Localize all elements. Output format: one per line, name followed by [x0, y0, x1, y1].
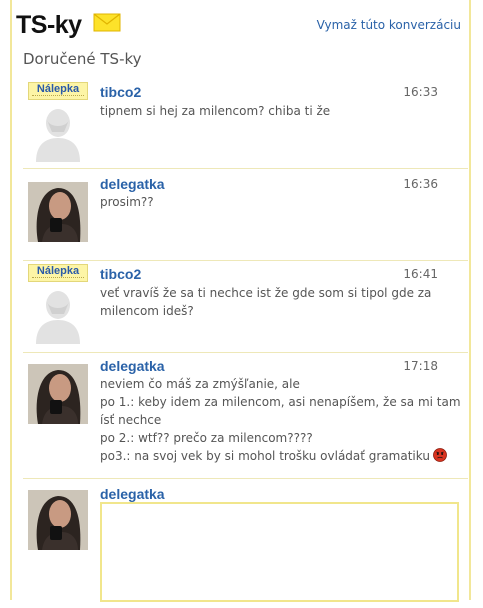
message-author[interactable]: tibco2 — [100, 84, 141, 100]
message-text: veť vravíš že sa ti nechce ist že gde so… — [100, 284, 431, 320]
message-text: tipnem si hej za milencom? chiba ti že — [100, 102, 330, 120]
placeholder-avatar — [28, 284, 88, 344]
reply-textarea[interactable] — [100, 502, 459, 602]
message-line: prosim?? — [100, 195, 154, 209]
page-title: Doručené TS-ky — [23, 50, 142, 68]
message-line-text: po3.: na svoj vek by si mohol trošku ovl… — [100, 449, 430, 463]
sticker-badge: Nálepka — [28, 82, 88, 100]
message-time: 16:36 — [403, 177, 438, 191]
photo-avatar — [28, 182, 88, 242]
message-time: 16:41 — [403, 267, 438, 281]
message-time: 16:33 — [403, 85, 438, 99]
sticker-label: Nálepka — [36, 83, 80, 95]
reply-author[interactable]: delegatka — [100, 486, 165, 502]
message-line: neviem čo máš za zmýšľanie, ale — [100, 377, 300, 391]
message-time: 17:18 — [403, 359, 438, 373]
message-line: po 2.: wtf?? prečo za milencom???? — [100, 431, 313, 445]
message-line: milencom ideš? — [100, 304, 194, 318]
message-item: Nálepka tibco2 16:41 veť vravíš že sa ti… — [23, 260, 468, 353]
message-item: Nálepka tibco2 16:33 tipnem si hej za mi… — [23, 78, 468, 169]
logo: TS-ky — [16, 11, 82, 39]
message-line: tipnem si hej za milencom? chiba ti že — [100, 104, 331, 118]
message-item: delegatka 17:18 neviem čo máš za zmýšľan… — [23, 352, 468, 479]
sticker-label: Nálepka — [36, 265, 80, 277]
message-line: veť vravíš že sa ti nechce ist že gde so… — [100, 286, 432, 300]
message-text: prosim?? — [100, 193, 154, 211]
message-item: delegatka 16:36 prosim?? — [23, 168, 468, 261]
message-line: po3.: na svoj vek by si mohol trošku ovl… — [100, 447, 461, 465]
clear-conversation-link[interactable]: Vymaž túto konverzáciu — [317, 18, 461, 32]
placeholder-avatar — [28, 102, 88, 162]
message-author[interactable]: delegatka — [100, 176, 165, 192]
photo-avatar — [28, 490, 88, 550]
envelope-icon — [93, 13, 121, 32]
message-line: po 1.: keby idem za milencom, asi nenapí… — [100, 395, 461, 409]
message-line: ísť nechce — [100, 413, 162, 427]
message-text: neviem čo máš za zmýšľanie, ale po 1.: k… — [100, 375, 461, 465]
message-author[interactable]: delegatka — [100, 358, 165, 374]
header: TS-ky Vymaž túto konverzáciu — [16, 8, 463, 39]
photo-avatar — [28, 364, 88, 424]
angry-emoticon-icon — [433, 448, 447, 462]
sticker-badge: Nálepka — [28, 264, 88, 282]
message-author[interactable]: tibco2 — [100, 266, 141, 282]
